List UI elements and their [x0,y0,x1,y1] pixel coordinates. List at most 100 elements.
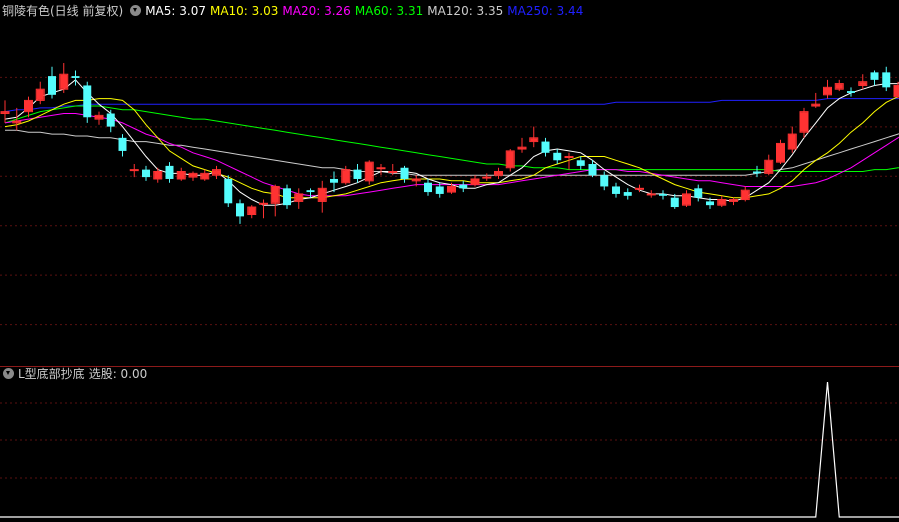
candle-body [388,170,398,173]
candle [470,175,480,187]
candle-body-fill [506,151,514,168]
ma10-line [4,95,899,199]
chevron-down-icon[interactable] [3,368,14,379]
candle-body [83,85,92,118]
candle-body [259,202,268,205]
chevron-down-icon[interactable] [130,5,142,16]
candle [659,190,667,200]
candle [142,165,150,181]
candle-body [882,72,891,88]
indicator-grid [0,402,899,479]
candle [553,149,562,165]
ma60-value: MA60: 3.31 [354,4,424,18]
candle [400,165,409,183]
candle-body [753,171,761,174]
candle-body-fill [95,115,103,119]
candle-body [646,193,656,196]
candle [48,66,56,99]
candle [529,126,539,148]
candle-body [635,187,644,190]
candle-body [330,178,338,183]
candle-body [106,113,115,127]
candle [858,74,868,90]
candle-body-fill [342,170,350,183]
candle-body-fill [177,171,185,179]
candle-body-fill [60,74,68,89]
candle [717,195,727,208]
candle-body [165,165,174,179]
stock-title: 铜陵有色(日线 前复权) [2,4,124,18]
candle [823,79,832,99]
candle [847,87,855,97]
candle-body [541,141,550,153]
candle-body [306,190,315,193]
ma250-line [4,97,899,113]
candle-body-fill [730,200,737,201]
candle [870,70,879,86]
candle-body [600,175,609,187]
ma120-value: MA120: 3.35 [427,4,504,18]
candle-body-fill [295,194,303,201]
candle-body-fill [835,84,843,89]
candle [118,134,127,157]
candle-body [376,167,386,170]
candle [482,173,492,181]
candle [787,126,797,153]
candle [129,164,139,178]
indicator-value: 选股: 0.00 [88,367,148,381]
candle-body-fill [13,121,21,123]
ma20-value: MA20: 3.26 [282,4,351,18]
candle-body-fill [318,188,326,201]
candle [682,190,691,208]
candle [799,107,809,138]
candle-body-fill [201,173,209,179]
candle [893,81,899,99]
candle [694,184,703,202]
candle-body [400,167,409,179]
candle-body [71,76,80,78]
candle-body [224,178,233,204]
candle-body [142,169,150,178]
candle-body-fill [530,138,538,142]
candle-body [576,160,585,166]
candle-body-fill [1,112,9,114]
candle [59,63,69,93]
candle [270,184,280,217]
candle-body-fill [824,87,831,95]
candle-body-fill [365,162,373,181]
candlestick-series [0,63,899,224]
candle-body [48,76,56,95]
candle-body [694,188,703,198]
candle-body-fill [718,200,726,205]
indicator-header: L型底部抄底 选股: 0.00 [2,366,151,382]
candle [505,149,515,172]
candle-body [564,156,574,159]
candle-body-fill [777,143,784,162]
candle [353,164,362,183]
candle-body-fill [213,170,220,175]
ma5-value: MA5: 3.07 [145,4,206,18]
candle-body-fill [812,104,820,106]
candle-body-fill [788,134,796,149]
candle-body-fill [248,207,256,215]
candle [834,79,844,92]
candle [459,180,468,193]
candle-body-fill [518,147,526,149]
candle [283,184,291,209]
candle-body-fill [741,190,749,200]
candle [224,175,233,208]
candle-body [659,193,667,196]
main-chart-header: 铜陵有色(日线 前复权) MA5: 3.07 MA10: 3.03 MA20: 3.2… [2,3,587,19]
candle-body [553,152,562,161]
candle [165,162,174,183]
candle [646,190,656,198]
chart-canvas: 3.78 [0,63,899,518]
candle-body [118,137,127,151]
candle-body [353,169,362,179]
candle-body [612,186,620,194]
candle-body-fill [683,194,690,205]
candle [376,164,386,176]
candle-body-fill [25,100,32,112]
candle [729,197,738,206]
candle-body-fill [894,85,899,97]
